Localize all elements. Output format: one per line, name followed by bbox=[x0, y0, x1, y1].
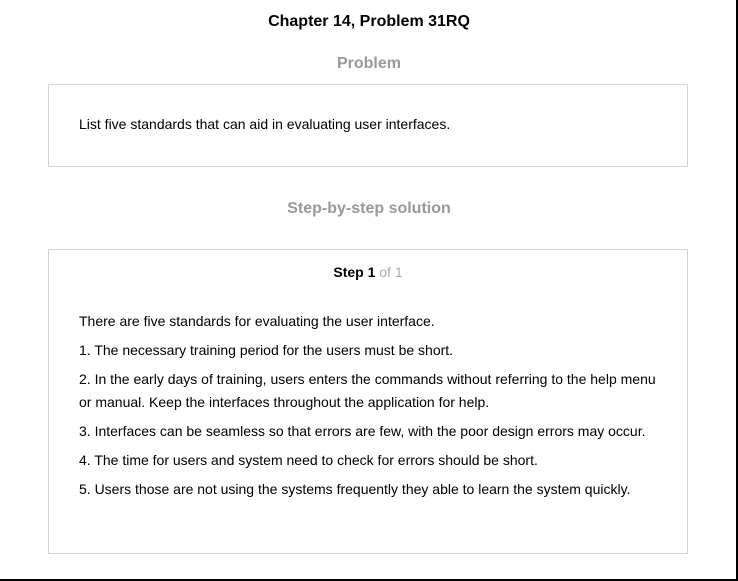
solution-point-3: 3. Interfaces can be seamless so that er… bbox=[79, 423, 646, 439]
step-label: Step 1 bbox=[333, 264, 376, 280]
solution-heading: Step-by-step solution bbox=[287, 200, 451, 217]
solution-point-4: 4. The time for users and system need to… bbox=[79, 452, 538, 468]
solution-point-1: 1. The necessary training period for the… bbox=[79, 342, 454, 358]
step-header: Step 1 of 1 bbox=[49, 263, 687, 281]
solution-point-5: 5. Users those are not using the systems… bbox=[79, 481, 631, 497]
solution-box: Step 1 of 1 There are five standards for… bbox=[48, 249, 688, 554]
step-count: of 1 bbox=[379, 264, 403, 280]
problem-text: List five standards that can aid in eval… bbox=[79, 116, 451, 132]
problem-box: List five standards that can aid in eval… bbox=[48, 84, 688, 167]
solution-intro: There are five standards for evaluating … bbox=[79, 313, 435, 329]
solution-body: There are five standards for evaluating … bbox=[79, 310, 669, 507]
problem-heading: Problem bbox=[336, 55, 401, 72]
chapter-title: Chapter 14, Problem 31RQ bbox=[268, 13, 470, 30]
solution-point-2: 2. In the early days of training, users … bbox=[79, 371, 656, 410]
